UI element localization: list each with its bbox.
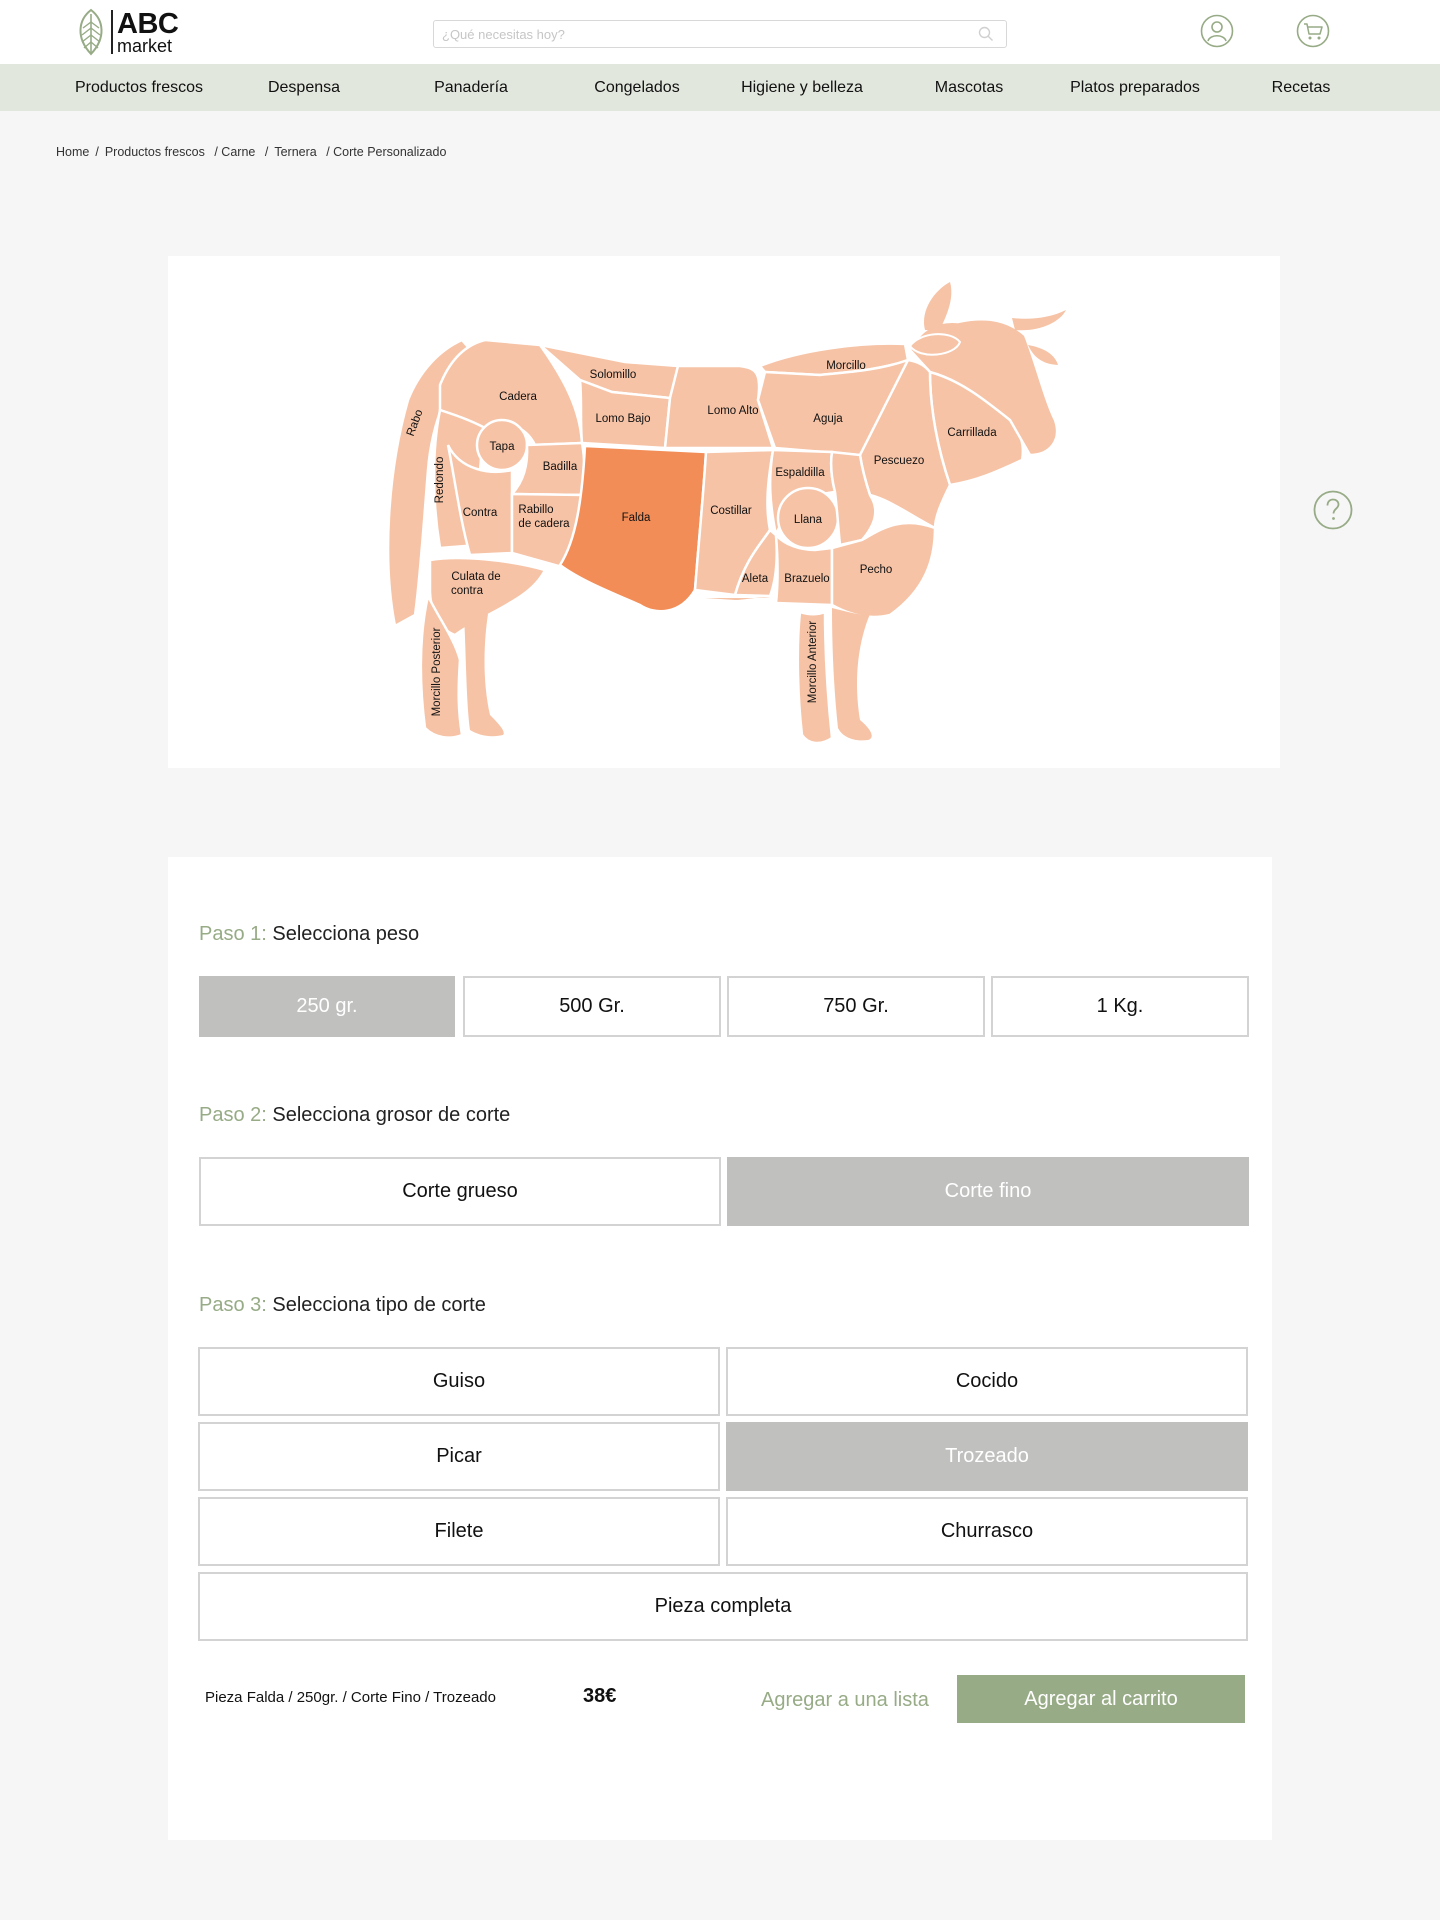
cut-configuration-card: Paso 1: Selecciona peso 250 gr. 500 Gr. … xyxy=(168,857,1272,1840)
weight-option-1kg[interactable]: 1 Kg. xyxy=(991,976,1249,1037)
user-icon[interactable] xyxy=(1200,14,1234,48)
breadcrumb-separator: / xyxy=(264,145,269,159)
header: ABC market xyxy=(0,0,1440,64)
leaf-logo-icon xyxy=(79,8,103,56)
thickness-option-grueso[interactable]: Corte grueso xyxy=(199,1157,721,1226)
cut-culata-de-contra[interactable] xyxy=(428,556,547,637)
weight-option-250[interactable]: 250 gr. xyxy=(199,976,455,1037)
nav-item-panaderia[interactable]: Panadería xyxy=(434,64,508,111)
order-price: 38€ xyxy=(583,1685,617,1707)
weight-option-500[interactable]: 500 Gr. xyxy=(463,976,721,1037)
order-summary: Pieza Falda / 250gr. / Corte Fino / Troz… xyxy=(205,1689,496,1706)
nav-item-mascotas[interactable]: Mascotas xyxy=(935,64,1003,111)
nav-item-higiene-y-belleza[interactable]: Higiene y belleza xyxy=(741,64,863,111)
nav-item-productos-frescos[interactable]: Productos frescos xyxy=(75,64,203,111)
step-3-label: Selecciona tipo de corte xyxy=(272,1294,486,1316)
cut-lomo-alto[interactable] xyxy=(663,364,775,450)
add-to-list-button[interactable]: Agregar a una lista xyxy=(755,1676,935,1724)
cut-type-option-cocido[interactable]: Cocido xyxy=(726,1347,1248,1416)
breadcrumb-separator: / xyxy=(95,145,99,159)
thickness-option-fino[interactable]: Corte fino xyxy=(727,1157,1249,1226)
breadcrumb-ternera[interactable]: Ternera xyxy=(274,145,316,159)
cow-cuts-diagram: Rabo Cadera Solomillo Lomo Bajo Lomo Alt… xyxy=(386,282,1066,745)
nav-item-despensa[interactable]: Despensa xyxy=(268,64,340,111)
cut-tapa[interactable] xyxy=(475,418,529,472)
logo-name-top: ABC xyxy=(117,7,179,40)
step-1-number: Paso 1: xyxy=(199,923,267,945)
weight-option-750[interactable]: 750 Gr. xyxy=(727,976,985,1037)
breadcrumb-corte-personalizado: / Corte Personalizado xyxy=(326,145,447,159)
cut-type-option-pieza-completa[interactable]: Pieza completa xyxy=(198,1572,1248,1641)
logo[interactable]: ABC market xyxy=(74,7,179,56)
nav-item-platos-preparados[interactable]: Platos preparados xyxy=(1070,64,1200,111)
cow-cuts-diagram-card: Rabo Cadera Solomillo Lomo Bajo Lomo Alt… xyxy=(168,256,1280,768)
help-icon[interactable] xyxy=(1313,490,1353,530)
step-2-label: Selecciona grosor de corte xyxy=(272,1104,511,1126)
breadcrumb-productos-frescos[interactable]: Productos frescos xyxy=(105,145,205,159)
search-input[interactable] xyxy=(434,21,964,47)
nav-item-congelados[interactable]: Congelados xyxy=(594,64,679,111)
step-3-title: Paso 3: Selecciona tipo de corte xyxy=(199,1294,486,1317)
search-icon[interactable] xyxy=(978,26,994,42)
breadcrumb-carne[interactable]: / Carne xyxy=(214,145,255,159)
logo-name-bottom: market xyxy=(117,35,173,56)
step-1-title: Paso 1: Selecciona peso xyxy=(199,923,419,946)
cut-type-option-picar[interactable]: Picar xyxy=(198,1422,720,1491)
step-1-label: Selecciona peso xyxy=(272,923,420,945)
logo-text: ABC market xyxy=(117,7,179,56)
nav-item-recetas[interactable]: Recetas xyxy=(1272,64,1331,111)
breadcrumb: Home / Productos frescos / Carne / Ternera … xyxy=(56,145,446,159)
step-3-number: Paso 3: xyxy=(199,1294,267,1316)
step-2-title: Paso 2: Selecciona grosor de corte xyxy=(199,1104,510,1127)
cart-icon[interactable] xyxy=(1296,14,1330,48)
cut-morcillo-anterior[interactable] xyxy=(796,610,834,745)
logo-divider xyxy=(111,10,113,54)
cut-type-option-trozeado[interactable]: Trozeado xyxy=(726,1422,1248,1491)
cut-llana[interactable] xyxy=(776,486,840,550)
add-to-cart-button[interactable]: Agregar al carrito xyxy=(957,1675,1245,1723)
cut-type-option-filete[interactable]: Filete xyxy=(198,1497,720,1566)
category-nav: Productos frescos Despensa Panadería Con… xyxy=(0,64,1440,111)
search-box xyxy=(433,20,1007,48)
step-2-number: Paso 2: xyxy=(199,1104,267,1126)
breadcrumb-home[interactable]: Home xyxy=(56,145,89,159)
cut-type-option-churrasco[interactable]: Churrasco xyxy=(726,1497,1248,1566)
cut-type-option-guiso[interactable]: Guiso xyxy=(198,1347,720,1416)
